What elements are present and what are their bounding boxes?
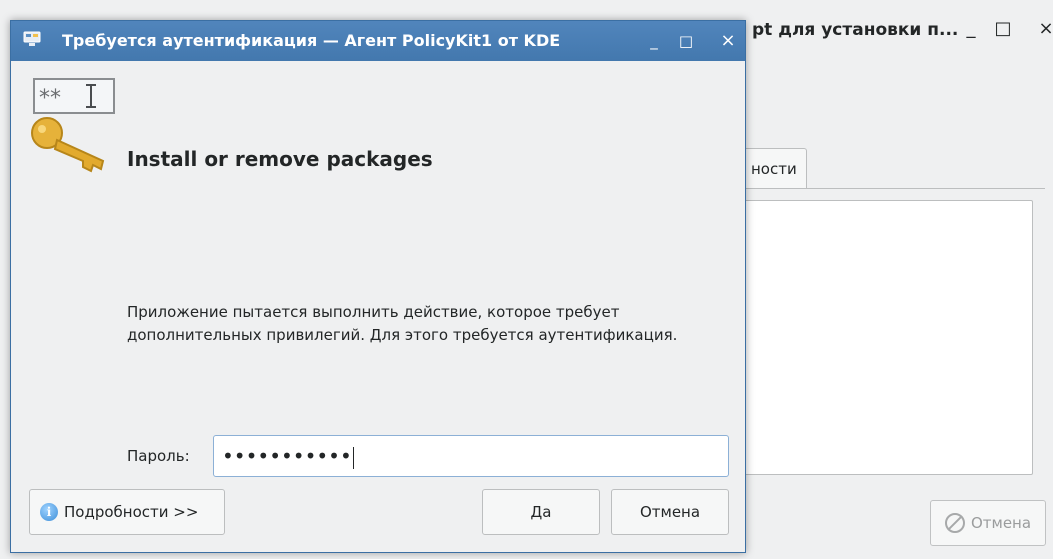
password-label: Пароль: xyxy=(127,447,190,465)
password-value: ••••••••••• xyxy=(222,444,352,468)
background-minimize-button[interactable]: _ xyxy=(958,16,984,42)
details-button-label: Подробности >> xyxy=(64,503,199,521)
dialog-maximize-button[interactable]: □ xyxy=(673,28,699,54)
dialog-minimize-button[interactable]: _ xyxy=(641,28,667,54)
background-tab-details[interactable]: ности xyxy=(745,148,807,188)
background-cancel-label: Отмена xyxy=(970,514,1032,532)
dialog-close-button[interactable]: × xyxy=(715,28,741,54)
auth-message: Приложение пытается выполнить действие, … xyxy=(127,303,678,344)
dialog-title: Требуется аутентификация — Агент PolicyK… xyxy=(62,31,561,50)
info-icon: i xyxy=(40,503,58,521)
dialog-titlebar[interactable]: Требуется аутентификация — Агент PolicyK… xyxy=(11,21,745,61)
details-button[interactable]: i Подробности >> xyxy=(29,489,225,535)
background-cancel-button[interactable]: Отмена xyxy=(930,500,1046,546)
action-title: Install or remove packages xyxy=(127,147,433,171)
password-key-icon: ** xyxy=(31,78,115,173)
background-close-button[interactable]: × xyxy=(1033,16,1053,42)
background-maximize-button[interactable]: □ xyxy=(990,16,1016,42)
password-input[interactable]: ••••••••••• xyxy=(213,435,729,477)
yes-button[interactable]: Да xyxy=(482,489,600,535)
text-caret xyxy=(352,446,354,469)
background-window-title: pt для установки п... xyxy=(752,20,959,40)
kde-agent-icon xyxy=(23,31,41,46)
cancel-button[interactable]: Отмена xyxy=(611,489,729,535)
background-log-area[interactable] xyxy=(745,200,1033,475)
cancel-icon xyxy=(944,513,965,533)
svg-text:**: ** xyxy=(39,86,61,111)
auth-dialog: Требуется аутентификация — Агент PolicyK… xyxy=(10,20,746,553)
